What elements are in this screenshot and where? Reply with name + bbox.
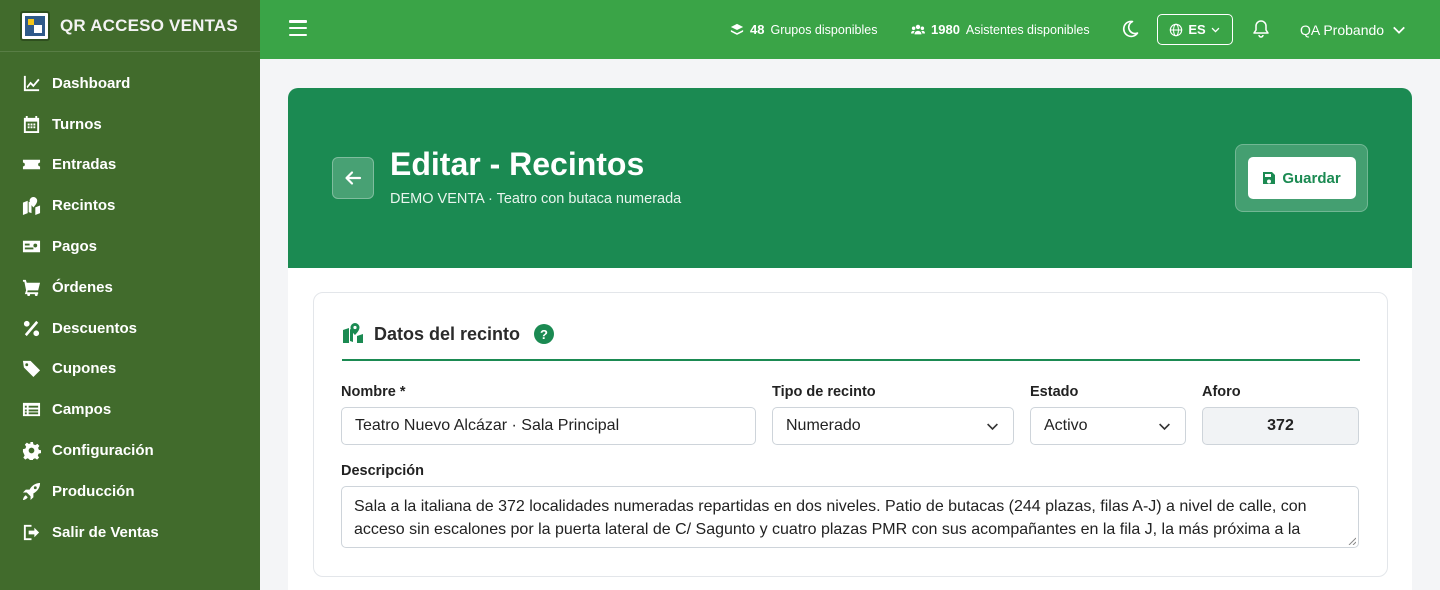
groups-label: Grupos disponibles — [770, 22, 878, 37]
status-value: Activo — [1044, 417, 1088, 434]
map-location-icon — [20, 196, 42, 216]
sign-out-icon — [20, 522, 42, 542]
section-title: Datos del recinto — [374, 324, 521, 344]
arrow-left-icon — [345, 171, 362, 185]
sidebar-item-entradas[interactable]: Entradas — [0, 145, 260, 186]
map-location-icon — [343, 323, 363, 343]
page-title: Editar - Recintos — [390, 146, 645, 182]
back-button[interactable] — [332, 157, 374, 199]
ticket-icon — [20, 155, 42, 175]
status-select[interactable]: Activo — [1030, 407, 1186, 445]
capacity-field: 372 — [1202, 407, 1359, 445]
sidebar-item-campos[interactable]: Campos — [0, 389, 260, 430]
percent-icon — [20, 318, 42, 338]
language-code: ES — [1188, 22, 1206, 37]
brand[interactable]: QR ACCESO VENTAS — [0, 0, 260, 52]
money-bill-icon — [20, 237, 42, 257]
rocket-icon — [20, 481, 42, 501]
sidebar-item-label: Salir de Ventas — [52, 523, 159, 541]
users-icon — [911, 24, 925, 34]
gear-icon — [20, 441, 42, 461]
cart-icon — [20, 277, 42, 297]
venue-type-select[interactable]: Numerado — [772, 407, 1014, 445]
attendees-label: Asistentes disponibles — [965, 22, 1090, 37]
sidebar-item-cupones[interactable]: Cupones — [0, 349, 260, 390]
chevron-down-icon — [987, 422, 998, 430]
sidebar-item-label: Descuentos — [52, 319, 138, 337]
status-label: Estado — [1030, 384, 1079, 400]
sidebar-item-label: Recintos — [52, 197, 116, 215]
sidebar-item-label: Entradas — [52, 156, 117, 174]
sidebar-nav: Dashboard Turnos Entradas Recintos Pagos… — [0, 52, 260, 553]
sidebar-item-configuracion[interactable]: Configuración — [0, 430, 260, 471]
page-header: Editar - Recintos DEMO VENTA · Teatro co… — [288, 88, 1412, 268]
sidebar-item-label: Órdenes — [52, 278, 113, 296]
capacity-label: Aforo — [1202, 384, 1241, 400]
tags-icon — [20, 359, 42, 379]
name-input[interactable]: Teatro Nuevo Alcázar · Sala Principal — [341, 407, 756, 445]
brand-logo-icon — [20, 10, 50, 41]
sidebar-item-label: Dashboard — [52, 74, 131, 92]
chart-line-icon — [20, 73, 42, 93]
sidebar-item-dashboard[interactable]: Dashboard — [0, 63, 260, 104]
attendees-count: 1980 — [931, 22, 960, 37]
save-button-label: Guardar — [1282, 169, 1341, 187]
sidebar-item-label: Pagos — [52, 238, 98, 256]
groups-available-stat: 48 Grupos disponibles — [730, 0, 877, 59]
language-selector[interactable]: ES — [1157, 14, 1233, 45]
brand-title: QR ACCESO VENTAS — [60, 15, 238, 35]
resize-handle-icon[interactable] — [1348, 537, 1356, 545]
notifications-bell-icon[interactable] — [1252, 19, 1270, 39]
sidebar-item-label: Campos — [52, 401, 112, 419]
sidebar-item-label: Cupones — [52, 360, 117, 378]
card-header: Datos del recinto ? — [342, 323, 1360, 361]
sidebar-item-turnos[interactable]: Turnos — [0, 104, 260, 145]
sidebar-item-ordenes[interactable]: Órdenes — [0, 267, 260, 308]
list-icon — [20, 400, 42, 420]
sidebar-item-salir[interactable]: Salir de Ventas — [0, 512, 260, 553]
venue-type-value: Numerado — [786, 417, 861, 434]
user-menu[interactable]: QA Probando — [1300, 0, 1406, 59]
sidebar: QR ACCESO VENTAS Dashboard Turnos Entrad… — [0, 0, 260, 590]
save-button-wrapper: Guardar — [1235, 144, 1368, 212]
layers-icon — [730, 23, 744, 35]
floppy-disk-icon — [1263, 172, 1276, 184]
hamburger-menu-icon[interactable] — [289, 20, 307, 38]
sidebar-item-pagos[interactable]: Pagos — [0, 226, 260, 267]
calendar-icon — [20, 114, 42, 134]
sidebar-item-label: Configuración — [52, 442, 154, 460]
description-text: Sala a la italiana de 372 localidades nu… — [354, 498, 1307, 538]
description-label: Descripción — [341, 463, 424, 479]
groups-count: 48 — [750, 22, 765, 37]
sidebar-item-label: Turnos — [52, 115, 102, 133]
description-textarea[interactable]: Sala a la italiana de 372 localidades nu… — [341, 486, 1359, 548]
dark-mode-moon-icon[interactable] — [1120, 19, 1140, 39]
venue-type-label: Tipo de recinto — [772, 384, 876, 400]
sidebar-item-recintos[interactable]: Recintos — [0, 185, 260, 226]
sidebar-item-descuentos[interactable]: Descuentos — [0, 308, 260, 349]
sidebar-item-label: Producción — [52, 482, 135, 500]
sidebar-item-produccion[interactable]: Producción — [0, 471, 260, 512]
attendees-available-stat: 1980 Asistentes disponibles — [911, 0, 1090, 59]
name-label: Nombre * — [341, 384, 406, 400]
chevron-down-icon — [1159, 422, 1170, 430]
save-button[interactable]: Guardar — [1247, 157, 1356, 199]
globe-icon — [1170, 23, 1183, 36]
page-subtitle: DEMO VENTA · Teatro con butaca numerada — [390, 191, 682, 207]
chevron-down-icon — [1393, 26, 1405, 34]
chevron-down-icon — [1211, 27, 1220, 33]
help-icon[interactable]: ? — [534, 324, 555, 344]
topbar: 48 Grupos disponibles 1980 Asistentes di… — [260, 0, 1440, 59]
user-name: QA Probando — [1300, 21, 1385, 38]
